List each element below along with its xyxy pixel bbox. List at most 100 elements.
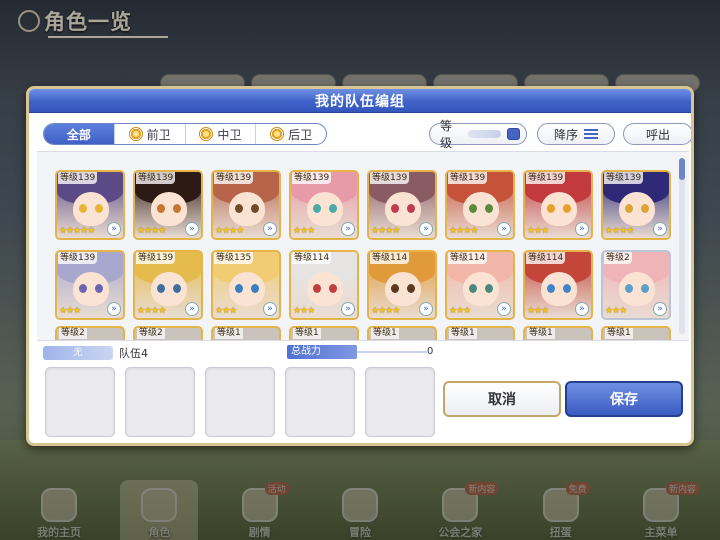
- character-card[interactable]: 等级139 ★★★★ »: [367, 170, 437, 240]
- character-card[interactable]: 等级139 ★★★★ »: [133, 250, 203, 320]
- filter-front[interactable]: 前卫: [113, 124, 185, 144]
- portrait-eye: [391, 284, 399, 293]
- character-card-partial[interactable]: 等级2: [55, 326, 125, 340]
- rank-chevron-icon: »: [653, 222, 667, 236]
- character-stars: ★★★: [59, 306, 81, 316]
- character-level: 等级114: [526, 252, 566, 264]
- filter-label: 后卫: [288, 127, 313, 142]
- position-icon: [199, 127, 214, 141]
- character-card[interactable]: 等级139 ★★★★ »: [445, 170, 515, 240]
- rank-chevron-icon: »: [653, 302, 667, 316]
- portrait-eye: [469, 284, 477, 293]
- character-card[interactable]: 等级114 ★★★ »: [445, 250, 515, 320]
- character-card[interactable]: 等级135 ★★★ »: [211, 250, 281, 320]
- character-card[interactable]: 等级139 ★★★ »: [289, 170, 359, 240]
- character-card-partial[interactable]: 等级2: [133, 326, 203, 340]
- character-card-partial[interactable]: 等级1: [289, 326, 359, 340]
- character-card[interactable]: 等级139 ★★★ »: [55, 250, 125, 320]
- character-grid: 等级139 ★★★★★ » 等级139 ★★★★ » 等级139 ★★★★ » 等级139 ★★★ »…: [55, 170, 683, 320]
- character-card[interactable]: 等级114 ★★★★ »: [367, 250, 437, 320]
- character-level: 等级1: [293, 328, 321, 339]
- character-level: 等级2: [59, 328, 87, 339]
- sort-level-button[interactable]: 等级: [429, 119, 527, 150]
- portrait-eye: [407, 284, 415, 293]
- character-card[interactable]: 等级2 ★★★ »: [601, 250, 671, 320]
- team-name: 队伍4: [119, 347, 148, 360]
- sort-key-icon: [507, 128, 521, 140]
- cancel-button[interactable]: 取消: [443, 381, 561, 417]
- character-stars: ★★★: [605, 306, 627, 316]
- team-area: 无 队伍4 总战力 0 取消 保存: [43, 345, 683, 443]
- team-slot[interactable]: [365, 367, 435, 437]
- rank-chevron-icon: »: [185, 302, 199, 316]
- team-slot[interactable]: [125, 367, 195, 437]
- character-card[interactable]: 等级114 ★★★ »: [289, 250, 359, 320]
- call-label: 呼出: [645, 127, 670, 142]
- portrait-eye: [485, 204, 493, 213]
- character-level: 等级139: [214, 172, 254, 184]
- character-level: 等级139: [136, 252, 176, 264]
- filter-label: 前卫: [146, 127, 171, 142]
- portrait-eye: [563, 284, 571, 293]
- dialog-title: 我的队伍编组: [315, 93, 405, 110]
- character-stars: ★★★★: [137, 226, 166, 236]
- team-slot[interactable]: [285, 367, 355, 437]
- portrait-eye: [485, 284, 493, 293]
- character-card[interactable]: 等级114 ★★★ »: [523, 250, 593, 320]
- character-card[interactable]: 等级139 ★★★★ »: [133, 170, 203, 240]
- sort-order-button[interactable]: 降序: [537, 123, 615, 145]
- portrait-eye: [391, 204, 399, 213]
- character-level: 等级139: [292, 172, 332, 184]
- portrait-eye: [329, 284, 337, 293]
- character-stars: ★★★: [293, 306, 315, 316]
- character-stars: ★★★: [215, 306, 237, 316]
- portrait-eye: [313, 284, 321, 293]
- character-card-partial[interactable]: 等级1: [601, 326, 671, 340]
- team-slot[interactable]: [45, 367, 115, 437]
- character-stars: ★★★: [527, 306, 549, 316]
- character-card[interactable]: 等级139 ★★★★★ »: [55, 170, 125, 240]
- character-level: 等级139: [58, 252, 98, 264]
- character-card-partial[interactable]: 等级1: [367, 326, 437, 340]
- filter-label: 中卫: [217, 127, 242, 142]
- character-level: 等级1: [371, 328, 399, 339]
- character-card-partial[interactable]: 等级1: [445, 326, 515, 340]
- portrait-eye: [173, 204, 181, 213]
- team-slot[interactable]: [205, 367, 275, 437]
- character-stars: ★★★: [293, 226, 315, 236]
- total-power-value: 0: [427, 346, 434, 357]
- save-label: 保存: [610, 392, 638, 408]
- character-level: 等级2: [137, 328, 165, 339]
- rank-chevron-icon: »: [107, 222, 121, 236]
- character-card[interactable]: 等级139 ★★★★ »: [211, 170, 281, 240]
- character-card-partial[interactable]: 等级1: [211, 326, 281, 340]
- character-level: 等级139: [604, 172, 644, 184]
- filter-middle[interactable]: 中卫: [184, 124, 256, 144]
- character-level: 等级1: [527, 328, 555, 339]
- list-scrollbar[interactable]: [679, 158, 685, 334]
- portrait-eye: [235, 204, 243, 213]
- portrait-eye: [329, 204, 337, 213]
- character-grid-partial-row: 等级2 等级2 等级1 等级1 等级1 等级1 等级1 等级1: [55, 326, 683, 340]
- save-button[interactable]: 保存: [565, 381, 683, 417]
- level-track: [468, 130, 502, 138]
- character-level: 等级114: [292, 252, 332, 264]
- filter-all[interactable]: 全部: [44, 124, 114, 144]
- character-card[interactable]: 等级139 ★★★★ »: [601, 170, 671, 240]
- rank-chevron-icon: »: [341, 222, 355, 236]
- portrait-eye: [407, 204, 415, 213]
- character-level: 等级1: [605, 328, 633, 339]
- cancel-label: 取消: [488, 392, 516, 408]
- portrait-eye: [157, 284, 165, 293]
- position-icon: [270, 127, 285, 141]
- call-button[interactable]: 呼出: [623, 123, 691, 145]
- portrait-eye: [625, 284, 633, 293]
- filter-back[interactable]: 后卫: [255, 124, 326, 144]
- character-level: 等级139: [58, 172, 98, 184]
- scrollbar-thumb[interactable]: [679, 158, 685, 180]
- character-card[interactable]: 等级139 ★★★ »: [523, 170, 593, 240]
- sort-descending-icon: [584, 129, 598, 139]
- character-card-partial[interactable]: 等级1: [523, 326, 593, 340]
- portrait-eye: [173, 284, 181, 293]
- character-stars: ★★★: [449, 306, 471, 316]
